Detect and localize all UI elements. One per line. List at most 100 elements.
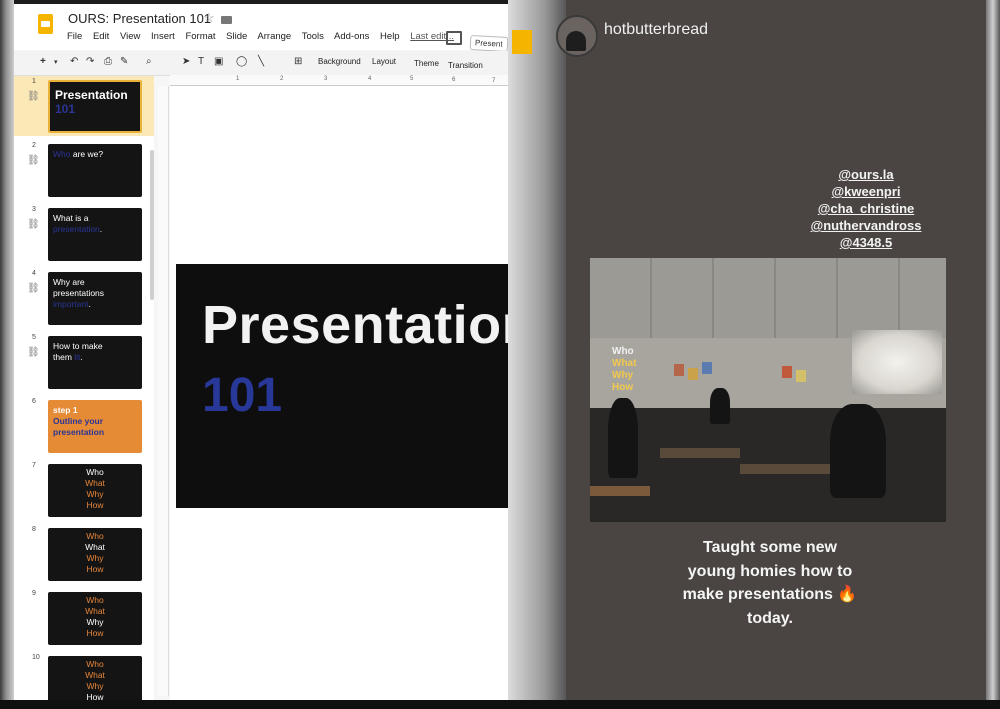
slide-number: 7	[32, 462, 36, 469]
filmstrip-row-9[interactable]: 9 Who What Why How	[14, 588, 154, 648]
menu-addons[interactable]: Add-ons	[334, 31, 369, 42]
ruler-tick: 7	[492, 78, 496, 84]
filmstrip-row-2[interactable]: 2 ⛓ Who are we?	[14, 140, 154, 200]
slide-number: 9	[32, 590, 36, 597]
slide-thumbnail-9[interactable]: Who What Why How	[48, 592, 142, 645]
slide-thumbnail-6[interactable]: step 1 Outline your presentation	[48, 400, 142, 453]
book-spread: OURS: Presentation 101 ☆ File Edit View …	[0, 0, 1000, 709]
slide-thumbnail-4[interactable]: Why are presentations important.	[48, 272, 142, 325]
link-icon: ⛓	[27, 347, 40, 358]
thumb-text: How	[86, 500, 104, 510]
title-bar: OURS: Presentation 101 ☆ File Edit View …	[14, 4, 510, 52]
background-button[interactable]: Background	[314, 55, 365, 68]
thumb-text: presentations	[53, 288, 105, 298]
photo-ceiling	[590, 258, 946, 338]
line-icon[interactable]: ╲	[258, 56, 264, 67]
filmstrip-row-6[interactable]: 6 step 1 Outline your presentation	[14, 396, 154, 456]
thumb-text: Who	[86, 467, 104, 477]
layout-button[interactable]: Layout	[368, 55, 400, 68]
textbox-icon[interactable]: T	[198, 56, 204, 67]
star-icon[interactable]: ☆	[203, 10, 215, 26]
menu-edit[interactable]: Edit	[93, 31, 109, 42]
menu-help[interactable]: Help	[380, 31, 400, 42]
theme-button[interactable]: Theme	[410, 57, 443, 70]
mention-link[interactable]: @nuthervandross	[796, 217, 936, 234]
filmstrip-row-4[interactable]: 4 ⛓ Why are presentations important.	[14, 268, 154, 328]
toolbar: + ▾ ↶ ↷ ⎙ ✎ ⌕ ➤ T ▣ ◯ ╲ ⊞ Background Lay…	[14, 51, 510, 76]
slide-canvas[interactable]: Presentation 101	[170, 86, 510, 700]
ruler-tick: 3	[324, 76, 328, 82]
new-slide-button[interactable]: +	[40, 56, 46, 67]
present-button[interactable]: Present	[469, 35, 508, 52]
ruler-tick: 2	[280, 76, 284, 82]
photo-poster	[688, 368, 698, 380]
avatar[interactable]	[556, 15, 598, 57]
menu-insert[interactable]: Insert	[151, 31, 175, 42]
menu-format[interactable]: Format	[185, 31, 215, 42]
gutter-accent	[512, 30, 532, 54]
filmstrip-row-3[interactable]: 3 ⛓ What is a presentation.	[14, 204, 154, 264]
paint-format-icon[interactable]: ✎	[120, 56, 128, 67]
thumb-text: presentation	[53, 224, 100, 234]
slide-filmstrip: 1 ⛓ Presentation 101 2 ⛓ Who are we? 3 ⛓…	[14, 76, 154, 700]
thumb-text: Outline your	[53, 416, 104, 426]
menu-view[interactable]: View	[120, 31, 140, 42]
filmstrip-row-7[interactable]: 7 Who What Why How	[14, 460, 154, 520]
slide-thumbnail-1[interactable]: Presentation 101	[48, 80, 142, 133]
slide-thumbnail-10[interactable]: Who What Why How	[48, 656, 142, 700]
slide-thumbnail-7[interactable]: Who What Why How	[48, 464, 142, 517]
menu-file[interactable]: File	[67, 31, 82, 42]
menu-slide[interactable]: Slide	[226, 31, 247, 42]
chevron-down-icon[interactable]: ▾	[54, 58, 58, 66]
mention-link[interactable]: @kweenpri	[796, 183, 936, 200]
mention-link[interactable]: @cha_christine	[796, 200, 936, 217]
shape-icon[interactable]: ◯	[236, 56, 247, 67]
page-edge	[0, 0, 14, 709]
filmstrip-row-1[interactable]: 1 ⛓ Presentation 101	[14, 76, 154, 136]
zoom-icon[interactable]: ⌕	[146, 56, 152, 67]
slide-subtitle[interactable]: 101	[202, 368, 282, 423]
transition-button[interactable]: Transition	[444, 59, 487, 72]
menu-tools[interactable]: Tools	[302, 31, 324, 42]
photo-window	[852, 330, 942, 394]
slide-number: 2	[32, 142, 36, 149]
thumb-text: Why	[86, 553, 104, 563]
redo-icon[interactable]: ↷	[86, 56, 94, 67]
select-cursor-icon[interactable]: ➤	[182, 56, 190, 67]
slide-thumbnail-2[interactable]: Who are we?	[48, 144, 142, 197]
slide-title[interactable]: Presentation	[202, 294, 510, 356]
story-username[interactable]: hotbutterbread	[604, 21, 708, 39]
undo-icon[interactable]: ↶	[70, 56, 78, 67]
photo-overlay-word: Who	[612, 346, 634, 357]
photo-overlay-word: Why	[612, 370, 634, 381]
ruler-tick: 1	[236, 76, 240, 82]
comment-icon[interactable]	[446, 31, 462, 45]
image-icon[interactable]: ▣	[214, 56, 223, 67]
mention-link[interactable]: @ours.la	[796, 166, 936, 183]
filmstrip-scrollbar[interactable]	[150, 150, 154, 300]
photo-person	[710, 388, 730, 424]
menu-arrange[interactable]: Arrange	[257, 31, 291, 42]
caption-line: young homies how to	[687, 562, 853, 580]
filmstrip-row-8[interactable]: 8 Who What Why How	[14, 524, 154, 584]
filmstrip-row-5[interactable]: 5 ⛓ How to make them lit.	[14, 332, 154, 392]
main-slide[interactable]: Presentation 101	[176, 264, 510, 508]
slide-thumbnail-5[interactable]: How to make them lit.	[48, 336, 142, 389]
thumb-text: are we?	[70, 149, 104, 159]
document-title[interactable]: OURS: Presentation 101	[68, 11, 211, 26]
ruler-tick: 5	[410, 76, 414, 82]
slide-number: 10	[32, 654, 40, 661]
thumb-text: presentation	[53, 427, 105, 437]
add-comment-icon[interactable]: ⊞	[294, 56, 302, 67]
mention-link[interactable]: @4348.5	[796, 234, 936, 251]
classroom-photo: Who What Why How	[590, 258, 946, 522]
slides-logo-icon[interactable]	[38, 14, 53, 34]
photo-desk	[590, 486, 650, 496]
slide-thumbnail-8[interactable]: Who What Why How	[48, 528, 142, 581]
print-icon[interactable]: ⎙	[104, 56, 112, 67]
thumb-text: Who	[86, 659, 104, 669]
menu-bar: File Edit View Insert Format Slide Arran…	[67, 31, 462, 42]
filmstrip-row-10[interactable]: 10 Who What Why How	[14, 652, 154, 700]
slide-thumbnail-3[interactable]: What is a presentation.	[48, 208, 142, 261]
folder-icon[interactable]	[221, 16, 232, 24]
